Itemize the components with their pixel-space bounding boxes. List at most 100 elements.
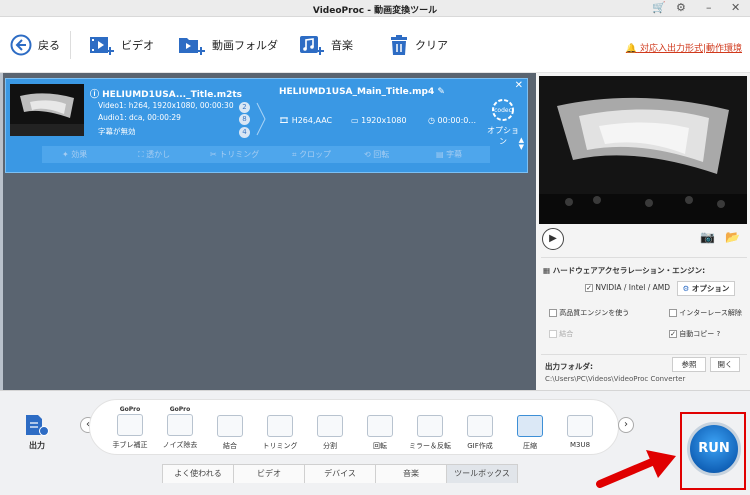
- gpu-checkbox[interactable]: ✓: [585, 284, 593, 292]
- tool-compress[interactable]: 圧縮: [508, 415, 552, 451]
- video-track-info[interactable]: Video1: h264, 1920x1080, 00:00:30: [98, 101, 234, 110]
- back-label: 戻る: [38, 39, 60, 52]
- close-icon[interactable]: ✕: [731, 1, 740, 14]
- tool-gif[interactable]: GIF作成: [458, 415, 502, 451]
- folder-add-icon: [179, 38, 205, 55]
- chevron-right-icon: ›: [624, 419, 628, 430]
- play-button[interactable]: ▶: [542, 228, 564, 250]
- file-card[interactable]: ⓘ HELIUMD1USA..._Title.m2ts Video1: h264…: [5, 78, 528, 173]
- tool-stabilize[interactable]: GoPro 手ブレ補正: [108, 406, 152, 450]
- hardware-acceleration-box: ▦ ハードウェアアクセラレーション・エンジン: ✓ NVIDIA / Intel…: [541, 257, 747, 349]
- rotate-tool[interactable]: ⟲ 回転: [364, 149, 389, 160]
- info-icon[interactable]: ⓘ: [90, 90, 102, 100]
- audio-track-info[interactable]: Audio1: dca, 00:00:29: [98, 113, 181, 122]
- clear-button[interactable]: クリア: [389, 31, 448, 59]
- rotate-icon: [367, 415, 393, 437]
- tab-toolbox[interactable]: ツールボックス: [446, 464, 518, 483]
- arrow-divider-icon: [256, 102, 266, 136]
- video-preview[interactable]: [539, 76, 747, 224]
- autocopy-row[interactable]: ✓ 自動コピー ?: [669, 329, 720, 339]
- window-title: VideoProc - 動画変換ツール: [312, 6, 438, 16]
- subtitle-icon: ▤: [436, 150, 447, 159]
- output-path[interactable]: C:\Users\PC\Videos\VideoProc Converter: [545, 375, 685, 383]
- folder-label: 動画フォルダ: [212, 39, 278, 52]
- open-folder-button[interactable]: 開く: [710, 357, 740, 372]
- cart-icon[interactable]: 🛒: [652, 1, 666, 14]
- list-edge: [0, 73, 3, 390]
- output-resolution: ▭ 1920x1080: [351, 116, 407, 125]
- tab-music[interactable]: 音楽: [375, 464, 447, 483]
- output-filename[interactable]: HELIUMD1USA_Main_Title.mp4 ✎: [279, 87, 445, 97]
- play-icon: ▶: [549, 233, 557, 244]
- watermark-tool[interactable]: ⛶ 透かし: [138, 149, 170, 160]
- open-snapshot-folder-icon[interactable]: 📂: [725, 230, 740, 244]
- subtitle-tool[interactable]: ▤ 字幕: [436, 149, 462, 160]
- wand-icon: ✦: [62, 150, 72, 159]
- remove-file-icon[interactable]: ✕: [515, 80, 523, 91]
- tool-trim[interactable]: トリミング: [258, 415, 302, 451]
- trim-tool[interactable]: ✂ トリミング: [210, 149, 259, 160]
- gif-icon: [467, 415, 493, 437]
- output-folder-label: 出力フォルダ:: [545, 362, 593, 371]
- red-arrow-annotation: [596, 450, 676, 488]
- toolbox-carousel: GoPro 手ブレ補正 GoPro ノイズ除去 結合 トリミング 分割 回転 ミ…: [89, 399, 619, 455]
- hw-option-button[interactable]: ⚙ オプション: [677, 281, 735, 296]
- add-music-button[interactable]: 音楽: [299, 31, 353, 59]
- edit-pencil-icon[interactable]: ✎: [437, 87, 445, 97]
- back-arrow-icon: [10, 34, 32, 56]
- deinterlace-checkbox[interactable]: [669, 309, 677, 317]
- add-folder-button[interactable]: 動画フォルダ: [178, 31, 278, 59]
- effects-tool[interactable]: ✦ 効果: [62, 149, 87, 160]
- crop-tool[interactable]: ⌗ クロップ: [292, 149, 331, 160]
- tool-merge[interactable]: 結合: [208, 415, 252, 451]
- carousel-next-button[interactable]: ›: [618, 417, 634, 433]
- gpu-checkbox-row[interactable]: ✓ NVIDIA / Intel / AMD: [585, 283, 670, 292]
- output-icon[interactable]: 出力: [22, 413, 52, 450]
- high-quality-checkbox[interactable]: [549, 309, 557, 317]
- subtitle-info[interactable]: 字幕が無効: [98, 126, 136, 137]
- merge-icon: [217, 415, 243, 437]
- codec-option-button[interactable]: codec オプション: [486, 97, 520, 147]
- tool-m3u8[interactable]: M3U8: [558, 415, 602, 449]
- support-link-label: 対応入出力形式|動作環境: [639, 44, 742, 54]
- rotate-icon: ⟲: [364, 150, 374, 159]
- tab-common[interactable]: よく使われる: [162, 464, 234, 483]
- minimize-icon[interactable]: –: [706, 1, 712, 14]
- subtitle-count: 4: [239, 127, 250, 138]
- autocopy-checkbox[interactable]: ✓: [669, 330, 677, 338]
- tool-rotate[interactable]: 回転: [358, 415, 402, 451]
- tool-denoise[interactable]: GoPro ノイズ除去: [158, 406, 202, 450]
- add-video-button[interactable]: ビデオ: [89, 31, 154, 59]
- video-add-icon: [90, 37, 114, 55]
- browse-button[interactable]: 参照: [672, 357, 706, 372]
- video-thumbnail[interactable]: [10, 84, 84, 136]
- support-link[interactable]: 🔔 対応入出力形式|動作環境: [626, 41, 742, 54]
- watermark-icon: ⛶: [138, 150, 147, 159]
- video-label: ビデオ: [121, 39, 154, 52]
- svg-text:codec: codec: [494, 107, 512, 114]
- back-button[interactable]: 戻る: [10, 31, 60, 59]
- option-label: オプション: [487, 126, 519, 146]
- codec-gear-icon: codec: [492, 99, 514, 121]
- high-quality-engine-row[interactable]: 高品質エンジンを使う: [549, 308, 629, 318]
- snapshot-camera-icon[interactable]: 📷: [700, 230, 715, 244]
- right-panel: ▶ 📷 📂 ▦ ハードウェアアクセラレーション・エンジン: ✓ NVIDIA /…: [536, 73, 750, 390]
- merge-checkbox[interactable]: [549, 330, 557, 338]
- tab-video[interactable]: ビデオ: [233, 464, 305, 483]
- tool-split[interactable]: 分割: [308, 415, 352, 451]
- hw-accel-title: ▦ ハードウェアアクセラレーション・エンジン:: [543, 266, 706, 275]
- merge-row[interactable]: 結合: [549, 329, 573, 339]
- run-button[interactable]: RUN: [687, 422, 741, 476]
- tab-device[interactable]: デバイス: [304, 464, 376, 483]
- file-list-area: ⓘ HELIUMD1USA..._Title.m2ts Video1: h264…: [0, 73, 536, 390]
- trash-icon: [391, 35, 407, 55]
- reorder-arrows-icon[interactable]: ▲ ▼: [519, 137, 524, 151]
- music-label: 音楽: [331, 39, 353, 52]
- m3u8-icon: [567, 415, 593, 437]
- music-add-icon: [300, 36, 324, 55]
- tool-mirror-flip[interactable]: ミラー＆反転: [408, 415, 452, 451]
- help-icon[interactable]: ?: [716, 330, 720, 338]
- camera-icon: [117, 414, 143, 436]
- deinterlace-row[interactable]: インターレース解除: [669, 308, 742, 318]
- gear-icon[interactable]: ⚙: [676, 1, 686, 14]
